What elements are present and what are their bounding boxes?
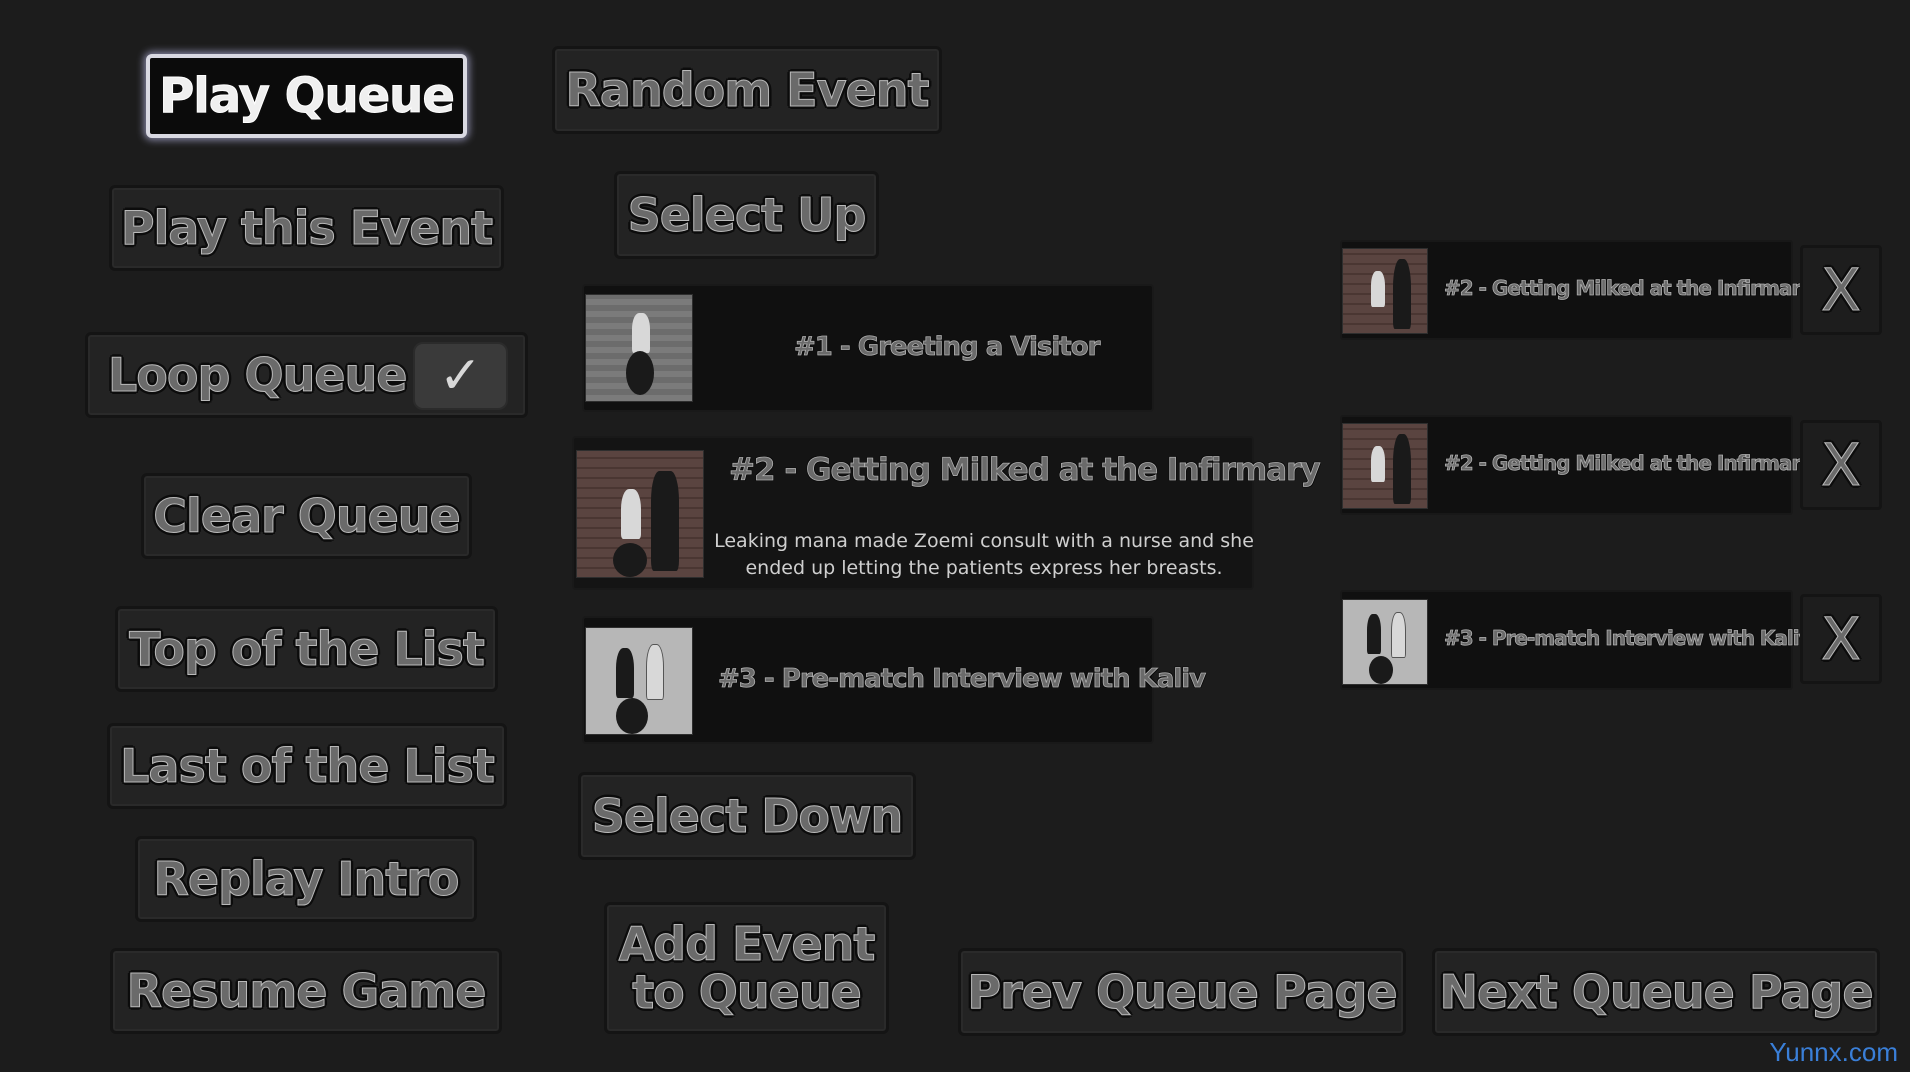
brick-wall-figures-icon xyxy=(576,450,704,578)
event-card-1[interactable]: #1 - Greeting a Visitor xyxy=(582,284,1154,412)
select-up-label: Select Up xyxy=(627,187,867,242)
select-down-button[interactable]: Select Down xyxy=(578,772,916,860)
random-event-button[interactable]: Random Event xyxy=(552,46,942,134)
remove-queue-item-1-button[interactable]: X xyxy=(1800,245,1882,335)
queue-item-1[interactable]: #2 - Getting Milked at the Infirmary xyxy=(1340,240,1814,340)
clear-queue-button[interactable]: Clear Queue xyxy=(141,473,472,559)
last-of-list-label: Last of the List xyxy=(120,738,496,793)
checkmark-icon: ✓ xyxy=(438,346,483,406)
queue-item-title: #2 - Getting Milked at the Infirmary xyxy=(1444,276,1814,301)
two-figures-icon xyxy=(1342,599,1428,685)
play-this-event-button[interactable]: Play this Event xyxy=(109,185,504,271)
event-description: Leaking mana made Zoemi consult with a n… xyxy=(714,530,1254,579)
last-of-list-button[interactable]: Last of the List xyxy=(107,723,507,809)
add-event-label-line2: to Queue xyxy=(632,965,863,1019)
brick-wall-figures-icon xyxy=(1342,423,1428,509)
add-event-label-line1: Add Event xyxy=(618,916,876,971)
event-title: #1 - Greeting a Visitor xyxy=(794,332,1101,363)
replay-intro-label: Replay Intro xyxy=(153,851,460,906)
top-of-list-button[interactable]: Top of the List xyxy=(115,606,498,692)
loop-queue-checkbox[interactable]: ✓ xyxy=(413,342,508,410)
prev-queue-page-label: Prev Queue Page xyxy=(967,964,1398,1019)
loop-queue-label: Loop Queue xyxy=(107,347,407,402)
play-queue-label: Play Queue xyxy=(159,67,456,124)
two-figures-icon xyxy=(585,627,693,735)
stone-wall-figure-icon xyxy=(585,294,693,402)
brick-wall-figures-icon xyxy=(1342,248,1428,334)
next-queue-page-button[interactable]: Next Queue Page xyxy=(1432,948,1880,1036)
queue-item-title: #2 - Getting Milked at the Infirmary xyxy=(1444,451,1814,476)
close-icon: X xyxy=(1821,430,1862,499)
event-title: #2 - Getting Milked at the Infirmary xyxy=(729,452,1321,489)
replay-intro-button[interactable]: Replay Intro xyxy=(135,836,477,922)
clear-queue-label: Clear Queue xyxy=(153,488,461,543)
top-of-list-label: Top of the List xyxy=(129,621,486,676)
queue-item-2[interactable]: #2 - Getting Milked at the Infirmary xyxy=(1340,415,1814,515)
remove-queue-item-3-button[interactable]: X xyxy=(1800,594,1882,684)
resume-game-button[interactable]: Resume Game xyxy=(110,948,502,1034)
remove-queue-item-2-button[interactable]: X xyxy=(1800,420,1882,510)
close-icon: X xyxy=(1821,604,1862,673)
event-card-3[interactable]: #3 - Pre-match Interview with Kaliv xyxy=(582,616,1207,744)
queue-item-title: #3 - Pre-match Interview with Kaliv xyxy=(1444,626,1812,651)
select-up-button[interactable]: Select Up xyxy=(614,171,879,259)
event-card-2[interactable]: #2 - Getting Milked at the Infirmary Lea… xyxy=(572,436,1321,590)
play-this-event-label: Play this Event xyxy=(120,200,493,255)
queue-item-3[interactable]: #3 - Pre-match Interview with Kaliv xyxy=(1340,590,1812,690)
close-icon: X xyxy=(1821,255,1862,324)
prev-queue-page-button[interactable]: Prev Queue Page xyxy=(958,948,1406,1036)
add-event-to-queue-button[interactable]: Add Event to Queue xyxy=(604,902,889,1034)
watermark: Yunnx.com xyxy=(1769,1037,1898,1067)
play-queue-button[interactable]: Play Queue xyxy=(146,54,467,138)
next-queue-page-label: Next Queue Page xyxy=(1439,964,1874,1019)
select-down-label: Select Down xyxy=(591,788,904,843)
event-title: #3 - Pre-match Interview with Kaliv xyxy=(718,664,1207,695)
random-event-label: Random Event xyxy=(565,62,930,117)
resume-game-label: Resume Game xyxy=(126,963,487,1018)
